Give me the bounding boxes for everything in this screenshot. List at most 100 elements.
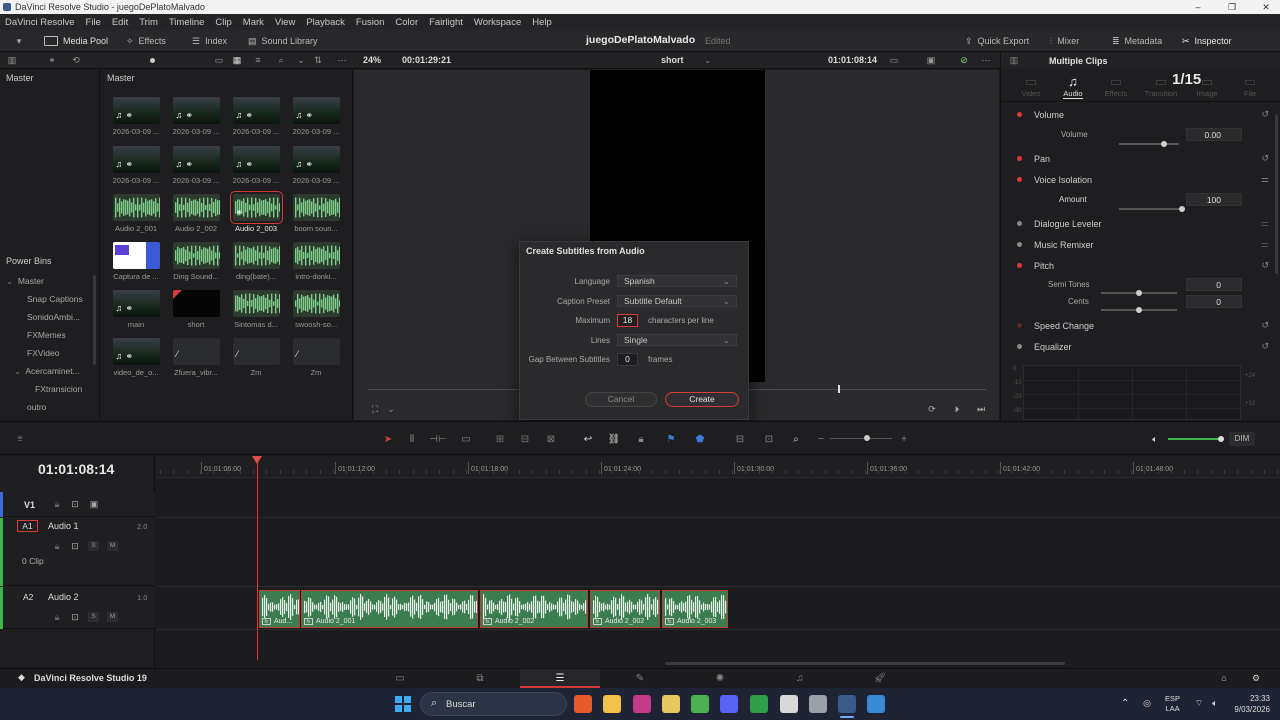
app-icon[interactable] (867, 695, 885, 713)
speed-change-section[interactable]: Speed Change ↺ (1001, 315, 1280, 336)
mute-button[interactable]: M (107, 612, 118, 622)
search-icon[interactable]: ⌕ (275, 54, 287, 66)
cut-page-icon[interactable]: ⧉ (473, 672, 487, 685)
auto-select-icon[interactable]: ⊡ (69, 612, 81, 622)
tab-video[interactable]: ▭ Video (1011, 74, 1051, 98)
effects-button[interactable]: ✧ Effects (126, 34, 166, 48)
media-clip[interactable]: ding(bate)... (226, 242, 286, 281)
audio-clip[interactable]: fx Audio 2_001 (301, 590, 478, 628)
cancel-button[interactable]: Cancel (585, 392, 657, 407)
play-forward-icon[interactable]: ⏵ (951, 403, 963, 415)
dialogue-leveler-section[interactable]: Dialogue Leveler ⚌ (1001, 213, 1280, 234)
zoom-in-icon[interactable]: + (896, 432, 912, 446)
sort-icon[interactable]: ⇅ (312, 54, 324, 66)
zoom-custom-icon[interactable]: ⌕ (788, 432, 804, 446)
menu-item[interactable]: DaVinci Resolve (5, 17, 75, 28)
solo-button[interactable]: S (88, 612, 99, 622)
selection-icon[interactable]: ➤ (380, 432, 396, 446)
media-clip[interactable]: ♫ ⚭ 2026-03-09 ... (166, 97, 226, 136)
cents-slider[interactable] (1101, 306, 1177, 313)
thumb-size-slider[interactable] (150, 58, 155, 63)
close-icon[interactable]: ✕ (1254, 0, 1278, 14)
search-box[interactable]: ⌕ Buscar (420, 692, 567, 716)
notepad-icon[interactable] (780, 695, 798, 713)
sync-icon[interactable]: ⟲ (70, 54, 82, 66)
mute-button[interactable]: M (107, 541, 118, 551)
home-icon[interactable]: ⌂ (1218, 672, 1230, 684)
menu-item[interactable]: Color (395, 17, 418, 28)
v1-lane[interactable] (156, 492, 1280, 518)
list-view-icon[interactable]: ≡ (252, 54, 264, 66)
volume-slider[interactable] (1119, 140, 1179, 147)
menu-item[interactable]: Playback (306, 17, 345, 28)
maximum-input[interactable]: 18 (617, 314, 638, 327)
cents-input[interactable]: 0 (1186, 295, 1242, 308)
language-indicator[interactable]: ESP LAA (1165, 694, 1180, 714)
insert-icon[interactable]: ⊞ (492, 432, 508, 446)
solo-button[interactable]: S (88, 541, 99, 551)
inspector-scrollbar[interactable] (1275, 114, 1278, 274)
dynamic-trim-icon[interactable]: ▭ (458, 432, 474, 446)
media-clip[interactable]: ♫ ⚭ 2026-03-09 ... (166, 146, 226, 185)
discord-icon[interactable] (720, 695, 738, 713)
semitones-input[interactable]: 0 (1186, 278, 1242, 291)
sound-library-button[interactable]: ▤ Sound Library (248, 34, 318, 48)
media-clip[interactable]: swoosh-so... (286, 290, 346, 329)
loop-icon[interactable]: ⟳ (926, 403, 938, 415)
track-visibility-icon[interactable]: ▣ (88, 499, 100, 509)
lock-icon[interactable]: 🔒︎ (52, 612, 62, 622)
blade-icon[interactable]: ⊣⊢ (429, 432, 446, 446)
bin-item[interactable]: Snap Captions (0, 290, 100, 308)
overwrite-icon[interactable]: ⊟ (517, 432, 533, 446)
chevron-down-icon[interactable]: ⌄ (295, 54, 307, 66)
track-name[interactable]: Audio 2 (48, 592, 79, 602)
timeline-scrollbar[interactable] (665, 662, 1065, 665)
audio-clip[interactable]: fx Audio 2_003 (662, 590, 728, 628)
link-icon[interactable]: ⚭ (46, 54, 58, 66)
network-icon[interactable]: ◎ (1140, 696, 1154, 710)
menu-item[interactable]: Fairlight (429, 17, 463, 28)
music-remixer-section[interactable]: Music Remixer ⚌ (1001, 234, 1280, 255)
mixer-button[interactable]: ⫶ Mixer (1050, 34, 1079, 48)
trim-icon[interactable]: ⫴ (404, 432, 420, 446)
quick-export-button[interactable]: ⇪ Quick Export (965, 34, 1029, 48)
timeline-area[interactable] (156, 456, 1280, 667)
bin-item[interactable]: FXVideo (0, 344, 100, 362)
menu-item[interactable]: Fusion (356, 17, 385, 28)
audio-clip[interactable]: fx Aud... (259, 590, 300, 628)
maximize-icon[interactable]: ❐ (1220, 0, 1244, 14)
bin-item[interactable]: FXtransicion (0, 380, 100, 398)
auto-select-icon[interactable]: ⊡ (69, 499, 81, 509)
viewer-zoom[interactable]: 24% (363, 55, 381, 65)
media-clip[interactable]: ♫ ⚭ 2026-03-09 ... (226, 146, 286, 185)
metadata-view-icon[interactable]: ▭ (213, 54, 225, 66)
crop-icon[interactable]: ⛶ (368, 403, 382, 415)
bin-item[interactable]: ⌄ Master (0, 272, 100, 290)
dim-button[interactable]: DIM (1229, 432, 1255, 446)
timeline-ruler[interactable] (156, 456, 1280, 478)
pan-section[interactable]: Pan ↺ (1001, 148, 1280, 169)
playhead-handle[interactable] (252, 456, 262, 464)
media-clip[interactable]: short (166, 290, 226, 329)
deliver-page-icon[interactable]: 🚀︎ (873, 672, 887, 685)
timeline-options-icon[interactable]: ⩸ (12, 432, 28, 444)
settings-icon[interactable]: ⚌ (1261, 239, 1269, 250)
tab-file[interactable]: ▭ File (1230, 74, 1270, 98)
menu-item[interactable]: Mark (243, 17, 264, 28)
flag-icon[interactable]: ⚑ (663, 432, 679, 446)
media-clip[interactable]: ⁄ Zm (286, 338, 346, 377)
timeline-selector[interactable]: short (661, 55, 684, 65)
media-clip[interactable]: Audio 2_001 (106, 194, 166, 233)
speaker-icon[interactable]: 🔈︎ (1148, 433, 1162, 445)
media-clip[interactable]: ♫ ⚭ 2026-03-09 ... (286, 146, 346, 185)
enable-dot-icon[interactable] (1017, 242, 1022, 247)
app-icon[interactable] (691, 695, 709, 713)
volume-knob[interactable] (1218, 436, 1224, 442)
color-page-icon[interactable]: ✺ (713, 672, 727, 685)
tab-effects[interactable]: ▭ Effects (1096, 74, 1136, 98)
settings-icon[interactable]: ⚙ (1250, 672, 1262, 684)
reset-icon[interactable]: ↺ (1261, 109, 1269, 120)
settings-icon[interactable]: ⚌ (1261, 218, 1269, 229)
brave-icon[interactable] (574, 695, 592, 713)
marker-icon[interactable]: ⬟ (692, 432, 708, 446)
